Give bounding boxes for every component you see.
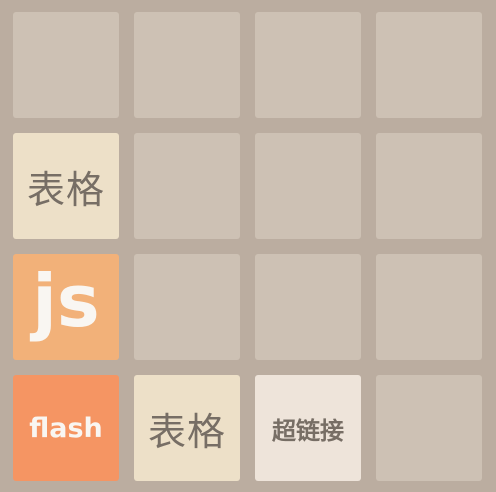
tile-hyperlink: 超链接 bbox=[255, 375, 361, 481]
game-board[interactable]: 表格 js flash 表格 超链接 bbox=[0, 0, 496, 492]
empty-cell bbox=[134, 12, 240, 118]
tile-flash: flash bbox=[13, 375, 119, 481]
empty-cell bbox=[255, 133, 361, 239]
empty-cell bbox=[134, 133, 240, 239]
tile-biaoge: 表格 bbox=[13, 133, 119, 239]
empty-cell bbox=[376, 133, 482, 239]
tile-biaoge: 表格 bbox=[134, 375, 240, 481]
empty-cell bbox=[255, 254, 361, 360]
empty-cell bbox=[255, 12, 361, 118]
empty-cell bbox=[13, 12, 119, 118]
empty-cell bbox=[134, 254, 240, 360]
empty-cell bbox=[376, 375, 482, 481]
tile-js: js bbox=[13, 254, 119, 360]
empty-cell bbox=[376, 12, 482, 118]
empty-cell bbox=[376, 254, 482, 360]
